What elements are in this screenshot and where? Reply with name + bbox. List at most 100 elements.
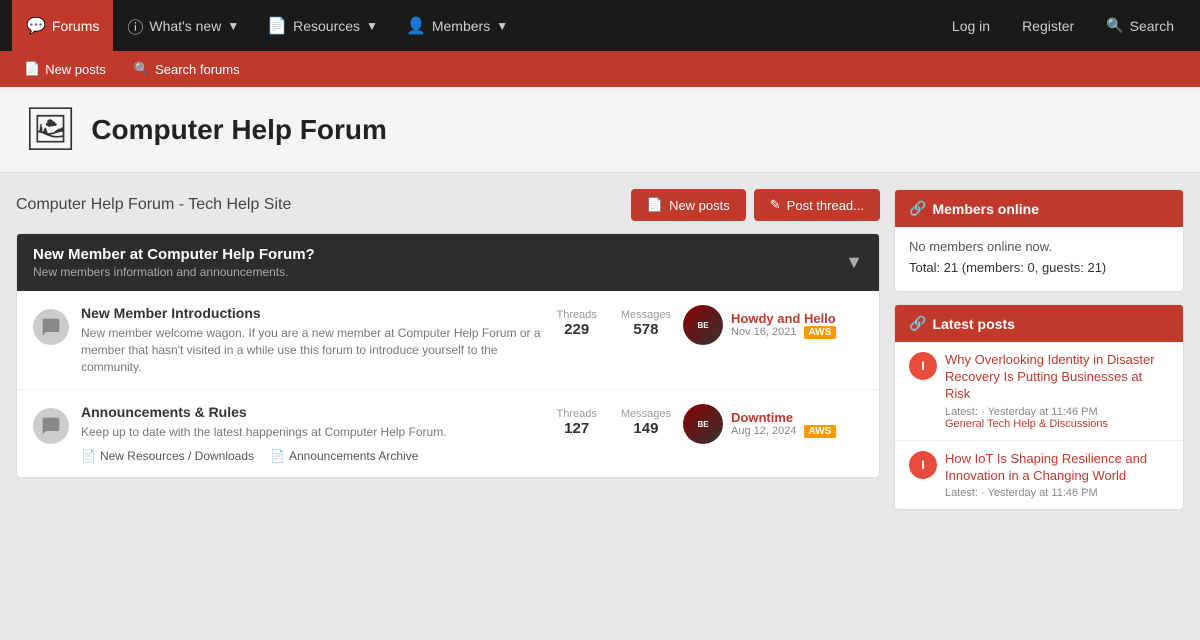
latest-title-introductions[interactable]: Howdy and Hello bbox=[731, 311, 836, 326]
nav-forums[interactable]: 💬 Forums bbox=[12, 0, 113, 51]
post-thread-button[interactable]: ✎ Post thread... bbox=[754, 189, 880, 221]
forum-sub-items: 📄 New Resources / Downloads 📄 Announceme… bbox=[81, 449, 545, 463]
messages-label: Messages bbox=[621, 309, 671, 321]
forum-section-subtitle: New members information and announcement… bbox=[33, 265, 315, 279]
forum-stats-announcements: Threads 127 Messages 149 bbox=[557, 404, 672, 437]
threads-count: 229 bbox=[557, 321, 597, 338]
sub-item-archive[interactable]: 📄 Announcements Archive bbox=[270, 449, 418, 463]
forum-section-new-member: New Member at Computer Help Forum? New m… bbox=[16, 233, 880, 478]
messages-count-ann: 149 bbox=[621, 420, 671, 437]
nav-search[interactable]: 🔍 Search bbox=[1092, 0, 1188, 51]
latest-posts-title: Latest posts bbox=[932, 316, 1014, 332]
forum-latest-introductions: BE Howdy and Hello Nov 16, 2021 AWS bbox=[683, 305, 863, 345]
messages-label-ann: Messages bbox=[621, 408, 671, 420]
threads-label-ann: Threads bbox=[557, 408, 597, 420]
latest-info-announcements: Downtime Aug 12, 2024 AWS bbox=[731, 410, 836, 438]
nav-whats-new[interactable]: ⓘ What's new ▼ bbox=[113, 0, 253, 51]
members-online-none-text: No members online now. bbox=[909, 239, 1169, 254]
latest-date-value: Nov 16, 2021 bbox=[731, 326, 796, 338]
chevron-down-icon: ▼ bbox=[227, 19, 239, 33]
sub-item-resources[interactable]: 📄 New Resources / Downloads bbox=[81, 449, 254, 463]
site-title: Computer Help Forum bbox=[91, 114, 387, 146]
messages-count: 578 bbox=[621, 321, 671, 338]
resources-icon: 📄 bbox=[267, 16, 287, 36]
latest-date-introductions: Nov 16, 2021 AWS bbox=[731, 326, 836, 339]
site-header: 🖼 Computer Help Forum bbox=[0, 87, 1200, 173]
lp-title-2[interactable]: How IoT Is Shaping Resilience and Innova… bbox=[945, 451, 1169, 485]
nav-forums-label: Forums bbox=[52, 18, 99, 34]
forum-section-title: New Member at Computer Help Forum? bbox=[33, 246, 315, 263]
subnav-new-posts[interactable]: 📄 New posts bbox=[12, 51, 118, 87]
forums-icon: 💬 bbox=[26, 16, 46, 36]
nav-whats-new-label: What's new bbox=[149, 18, 221, 34]
lp-title-1[interactable]: Why Overlooking Identity in Disaster Rec… bbox=[945, 352, 1169, 403]
post-thread-label: Post thread... bbox=[787, 198, 864, 213]
threads-label: Threads bbox=[557, 309, 597, 321]
latest-date-value-ann: Aug 12, 2024 bbox=[731, 425, 796, 437]
forum-info-announcements: Announcements & Rules Keep up to date wi… bbox=[81, 404, 545, 463]
aws-badge-introductions: AWS bbox=[804, 326, 837, 339]
new-posts-icon: 📄 bbox=[24, 61, 40, 77]
new-posts-btn-icon: 📄 bbox=[647, 197, 663, 213]
avatar-announcements: BE bbox=[683, 404, 723, 444]
messages-stat: Messages 578 bbox=[621, 309, 671, 338]
subnav-search-forums[interactable]: 🔍 Search forums bbox=[122, 51, 252, 87]
forum-header-buttons: 📄 New posts ✎ Post thread... bbox=[631, 189, 880, 221]
subnav-search-forums-label: Search forums bbox=[155, 62, 240, 77]
threads-stat: Threads 229 bbox=[557, 309, 597, 338]
forum-header: Computer Help Forum - Tech Help Site 📄 N… bbox=[16, 189, 880, 221]
lp-meta-1: Latest: · Yesterday at 11:46 PM General … bbox=[945, 406, 1169, 430]
forum-row-announcements: Announcements & Rules Keep up to date wi… bbox=[17, 390, 879, 477]
lp-meta-2: Latest: · Yesterday at 11:46 PM bbox=[945, 487, 1169, 499]
forum-desc-announcements: Keep up to date with the latest happenin… bbox=[81, 424, 545, 441]
latest-thread-title-ann: Downtime bbox=[731, 410, 793, 425]
forum-row-icon bbox=[33, 309, 69, 345]
members-online-box: 🔗 Members online No members online now. … bbox=[894, 189, 1184, 292]
chevron-down-icon2: ▼ bbox=[366, 19, 378, 33]
avatar-introductions: BE bbox=[683, 305, 723, 345]
sub-item-resources-label: New Resources / Downloads bbox=[100, 449, 254, 463]
messages-stat-ann: Messages 149 bbox=[621, 408, 671, 437]
threads-stat-ann: Threads 127 bbox=[557, 408, 597, 437]
forum-row-icon-announcements bbox=[33, 408, 69, 444]
sub-navigation: 📄 New posts 🔍 Search forums bbox=[0, 51, 1200, 87]
center-panel: Computer Help Forum - Tech Help Site 📄 N… bbox=[16, 189, 880, 624]
post-thread-icon: ✎ bbox=[770, 197, 781, 213]
threads-count-ann: 127 bbox=[557, 420, 597, 437]
monitor-icon: 🖼 bbox=[24, 105, 77, 154]
nav-login[interactable]: Log in bbox=[938, 0, 1004, 51]
members-online-header: 🔗 Members online bbox=[895, 190, 1183, 227]
nav-members-label: Members bbox=[432, 18, 490, 34]
lp-content-2: How IoT Is Shaping Resilience and Innova… bbox=[945, 451, 1169, 500]
forum-section-header: New Member at Computer Help Forum? New m… bbox=[17, 234, 879, 291]
aws-badge-announcements: AWS bbox=[804, 425, 837, 438]
forum-name-introductions[interactable]: New Member Introductions bbox=[81, 305, 545, 321]
latest-post-item-1: I Why Overlooking Identity in Disaster R… bbox=[895, 342, 1183, 441]
latest-posts-box: 🔗 Latest posts I Why Overlooking Identit… bbox=[894, 304, 1184, 510]
nav-members[interactable]: 👤 Members ▼ bbox=[392, 0, 522, 51]
members-online-icon: 🔗 bbox=[909, 200, 926, 217]
main-content: Computer Help Forum - Tech Help Site 📄 N… bbox=[0, 173, 1200, 640]
nav-register[interactable]: Register bbox=[1008, 0, 1088, 51]
nav-resources[interactable]: 📄 Resources ▼ bbox=[253, 0, 392, 51]
collapse-button[interactable]: ▼ bbox=[845, 252, 863, 273]
nav-register-label: Register bbox=[1022, 18, 1074, 34]
latest-posts-header: 🔗 Latest posts bbox=[895, 305, 1183, 342]
lp-avatar-1: I bbox=[909, 352, 937, 380]
latest-post-item-2: I How IoT Is Shaping Resilience and Inno… bbox=[895, 441, 1183, 510]
top-navigation: 💬 Forums ⓘ What's new ▼ 📄 Resources ▼ 👤 … bbox=[0, 0, 1200, 51]
forum-name-announcements[interactable]: Announcements & Rules bbox=[81, 404, 545, 420]
new-posts-button[interactable]: 📄 New posts bbox=[631, 189, 746, 221]
whats-new-icon: ⓘ bbox=[127, 14, 143, 38]
members-total-text: Total: 21 (members: 0, guests: 21) bbox=[909, 260, 1169, 275]
lp-avatar-2: I bbox=[909, 451, 937, 479]
members-online-title: Members online bbox=[932, 201, 1039, 217]
forum-stats-introductions: Threads 229 Messages 578 bbox=[557, 305, 672, 338]
members-online-body: No members online now. Total: 21 (member… bbox=[895, 227, 1183, 291]
nav-search-label: Search bbox=[1130, 18, 1174, 34]
sub-item-archive-icon: 📄 bbox=[270, 449, 285, 463]
forum-info-introductions: New Member Introductions New member welc… bbox=[81, 305, 545, 375]
lp-content-1: Why Overlooking Identity in Disaster Rec… bbox=[945, 352, 1169, 430]
latest-title-announcements[interactable]: Downtime bbox=[731, 410, 836, 425]
breadcrumb: Computer Help Forum - Tech Help Site bbox=[16, 196, 291, 214]
